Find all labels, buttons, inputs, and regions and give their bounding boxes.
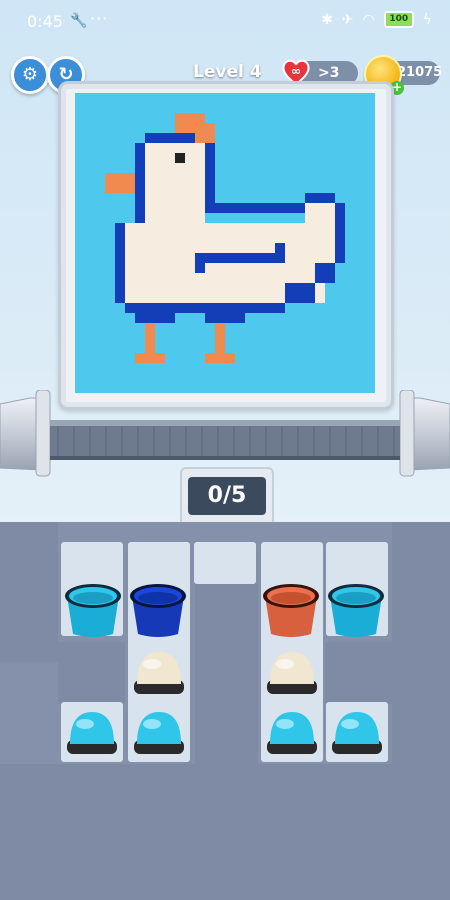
progress-counter: 0/5	[180, 467, 274, 527]
progress-counter-text: 0/5	[188, 477, 266, 515]
cup-blue[interactable]	[126, 582, 190, 640]
infinity-icon: ∞	[291, 64, 301, 78]
wrench-icon: 🔧	[70, 13, 88, 29]
pin-cyan[interactable]	[128, 706, 190, 764]
status-bar: 0:45 🔧 ··· ✱ ✈ ◠ 100 ϟ	[0, 0, 450, 44]
pin-cyan[interactable]	[261, 706, 323, 764]
pin-cyan[interactable]	[61, 706, 123, 764]
wifi-icon: ◠	[362, 11, 375, 28]
charging-icon: ϟ	[422, 11, 432, 28]
level-label: Level 4	[193, 62, 262, 82]
cup-cyan[interactable]	[324, 582, 388, 640]
coin-count: 21075	[397, 65, 443, 80]
slot-cell	[194, 542, 256, 584]
status-time: 0:45	[27, 12, 63, 31]
gear-icon: ⚙	[21, 64, 39, 85]
cup-cyan[interactable]	[61, 582, 125, 640]
pin-cyan[interactable]	[326, 706, 388, 764]
settings-button[interactable]: ⚙	[11, 56, 49, 94]
airplane-icon: ✈	[341, 11, 354, 28]
more-notifications-icon: ···	[90, 9, 109, 28]
pixel-art-duck	[75, 93, 375, 393]
battery-level: 100	[389, 14, 409, 24]
cup-orange[interactable]	[259, 582, 323, 640]
pin-cream[interactable]	[128, 646, 190, 704]
pin-cream[interactable]	[261, 646, 323, 704]
battery-icon: 100	[383, 11, 414, 28]
bluetooth-icon: ✱	[321, 11, 333, 28]
